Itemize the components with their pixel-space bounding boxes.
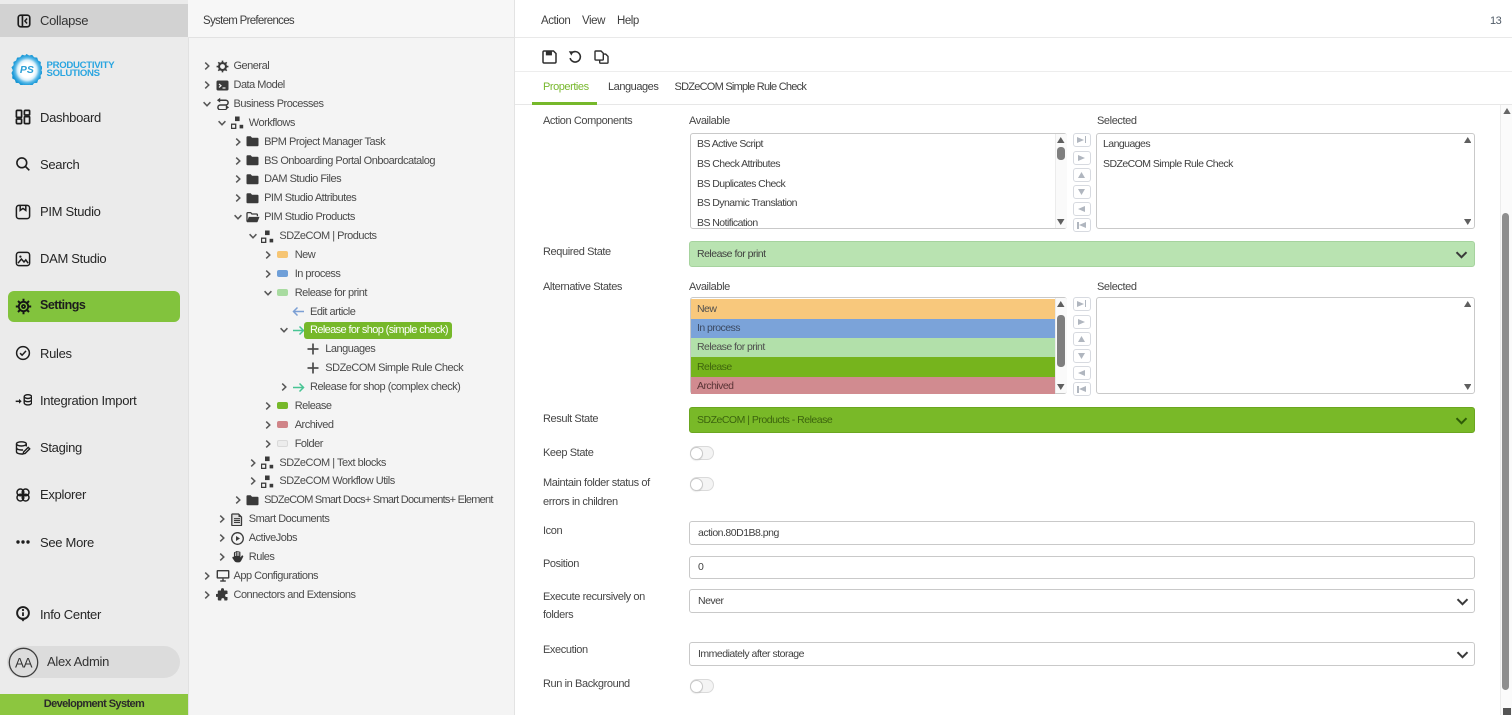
svg-text:PS: PS [20, 65, 34, 76]
svg-text:AA: AA [15, 655, 33, 670]
